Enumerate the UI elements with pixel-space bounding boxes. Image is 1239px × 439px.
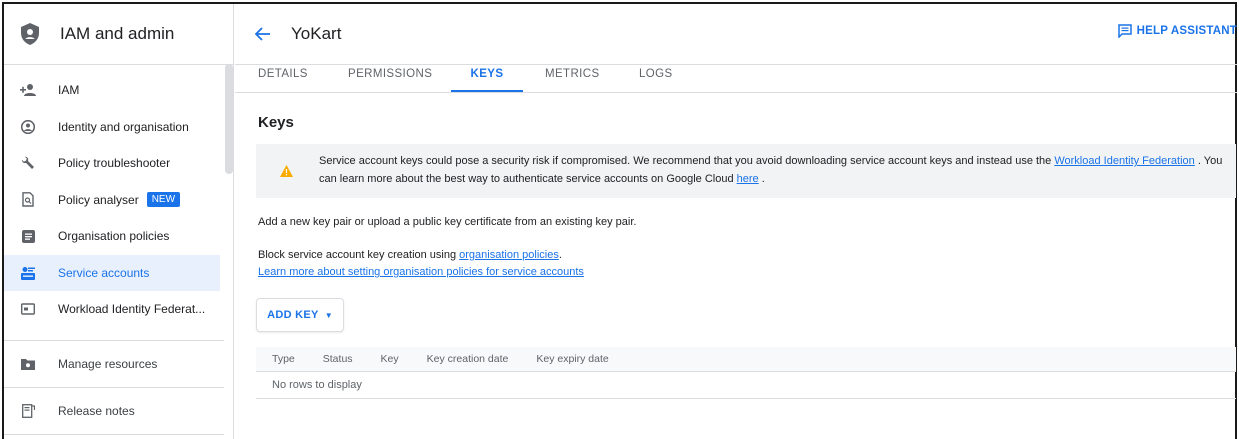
sidebar-item-label: Policy analyser — [58, 192, 139, 207]
sidebar-item-label: Policy troubleshooter — [58, 156, 171, 171]
no-rows-text: No rows to display — [272, 379, 362, 391]
sidebar-item-policy-analyser[interactable]: Policy analyser NEW — [4, 182, 224, 219]
table-header: Type Status Key Key creation date Key ex… — [256, 347, 1236, 372]
workload-identity-federation-link[interactable]: Workload Identity Federation — [1054, 155, 1194, 167]
tab-logs[interactable]: LOGS — [639, 56, 672, 92]
sidebar-item-policy-troubleshooter[interactable]: Policy troubleshooter — [4, 145, 224, 182]
tab-metrics[interactable]: METRICS — [545, 56, 599, 92]
column-header-type[interactable]: Type — [272, 353, 295, 365]
help-assistant-label: HELP ASSISTANT — [1136, 25, 1237, 37]
sidebar-item-label: Manage resources — [58, 357, 158, 371]
help-assistant-button[interactable]: HELP ASSISTANT — [1117, 24, 1237, 39]
column-header-key-expiry-date[interactable]: Key expiry date — [536, 353, 608, 365]
sidebar-item-label: Organisation policies — [58, 229, 170, 244]
warning-banner: Service account keys could pose a securi… — [256, 144, 1236, 198]
tab-bar: DETAILS PERMISSIONS KEYS METRICS LOGS — [235, 56, 1237, 93]
sidebar-item-label: IAM — [58, 83, 80, 98]
release-notes-icon — [20, 403, 36, 419]
main-content: Keys Service account keys could pose a s… — [235, 92, 1237, 439]
warning-text-part: Service account keys could pose a securi… — [319, 155, 1055, 167]
person-add-icon — [20, 82, 36, 98]
page-title: YoKart — [291, 24, 342, 43]
tab-permissions[interactable]: PERMISSIONS — [348, 56, 432, 92]
sidebar-nav: IAM Identity and organisation Policy tro… — [4, 72, 224, 328]
keys-table: Type Status Key Key creation date Key ex… — [256, 347, 1236, 399]
sidebar-divider — [4, 434, 224, 435]
warning-text-part: . — [758, 172, 765, 185]
document-search-icon — [20, 192, 36, 208]
sidebar-item-organisation-policies[interactable]: Organisation policies — [4, 218, 224, 255]
table-empty-row: No rows to display — [256, 372, 1236, 399]
feedback-icon — [1117, 24, 1132, 39]
sidebar-item-release-notes[interactable]: Release notes — [4, 388, 224, 434]
sidebar: IAM and admin IAM Identity and organisat… — [4, 4, 234, 439]
organisation-policies-link[interactable]: organisation policies — [459, 249, 559, 261]
add-key-label: ADD KEY — [267, 309, 319, 321]
block-key-creation-text: Block service account key creation using… — [258, 249, 562, 261]
add-key-button[interactable]: ADD KEY ▼ — [256, 298, 344, 332]
sidebar-item-label: Release notes — [58, 404, 135, 418]
block-key-text-end: . — [558, 249, 562, 261]
sidebar-header: IAM and admin — [4, 4, 233, 65]
sidebar-title: IAM and admin — [60, 24, 175, 43]
dropdown-caret-icon: ▼ — [324, 310, 333, 320]
column-header-key[interactable]: Key — [381, 353, 399, 365]
block-key-text: Block service account key creation using — [258, 249, 460, 261]
here-link[interactable]: here — [737, 173, 759, 185]
sidebar-item-service-accounts[interactable]: Service accounts — [4, 254, 220, 291]
back-arrow-icon[interactable] — [255, 25, 273, 43]
warning-icon — [280, 164, 293, 177]
sidebar-item-manage-resources[interactable]: Manage resources — [4, 341, 224, 387]
iam-shield-logo-icon — [20, 22, 40, 46]
sidebar-item-workload-identity-federation[interactable]: Workload Identity Federat... — [4, 291, 224, 328]
wrench-icon — [20, 155, 36, 171]
new-badge: NEW — [146, 192, 181, 208]
tab-keys[interactable]: KEYS — [451, 56, 523, 92]
sidebar-lower-nav: Manage resources Release notes — [4, 340, 224, 435]
add-key-pair-description: Add a new key pair or upload a public ke… — [258, 216, 637, 228]
sidebar-item-label: Workload Identity Federat... — [58, 302, 206, 317]
sidebar-item-identity-organisation[interactable]: Identity and organisation — [4, 109, 224, 146]
folder-settings-icon — [20, 356, 36, 372]
sidebar-item-label: Service accounts — [58, 265, 150, 280]
learn-more-row: Learn more about setting organisation po… — [258, 266, 584, 278]
sidebar-scrollbar[interactable] — [225, 64, 233, 174]
tab-details[interactable]: DETAILS — [258, 56, 307, 92]
section-heading: Keys — [258, 114, 294, 131]
sidebar-item-label: Identity and organisation — [58, 119, 189, 134]
column-header-key-creation-date[interactable]: Key creation date — [427, 353, 509, 365]
id-card-icon — [20, 301, 36, 317]
service-account-icon — [20, 265, 36, 281]
warning-text: Service account keys could pose a securi… — [319, 153, 1234, 188]
sidebar-item-iam[interactable]: IAM — [4, 72, 224, 109]
column-header-status[interactable]: Status — [323, 353, 353, 365]
learn-more-link[interactable]: Learn more about setting organisation po… — [258, 266, 584, 278]
list-box-icon — [20, 228, 36, 244]
account-circle-icon — [20, 119, 36, 135]
